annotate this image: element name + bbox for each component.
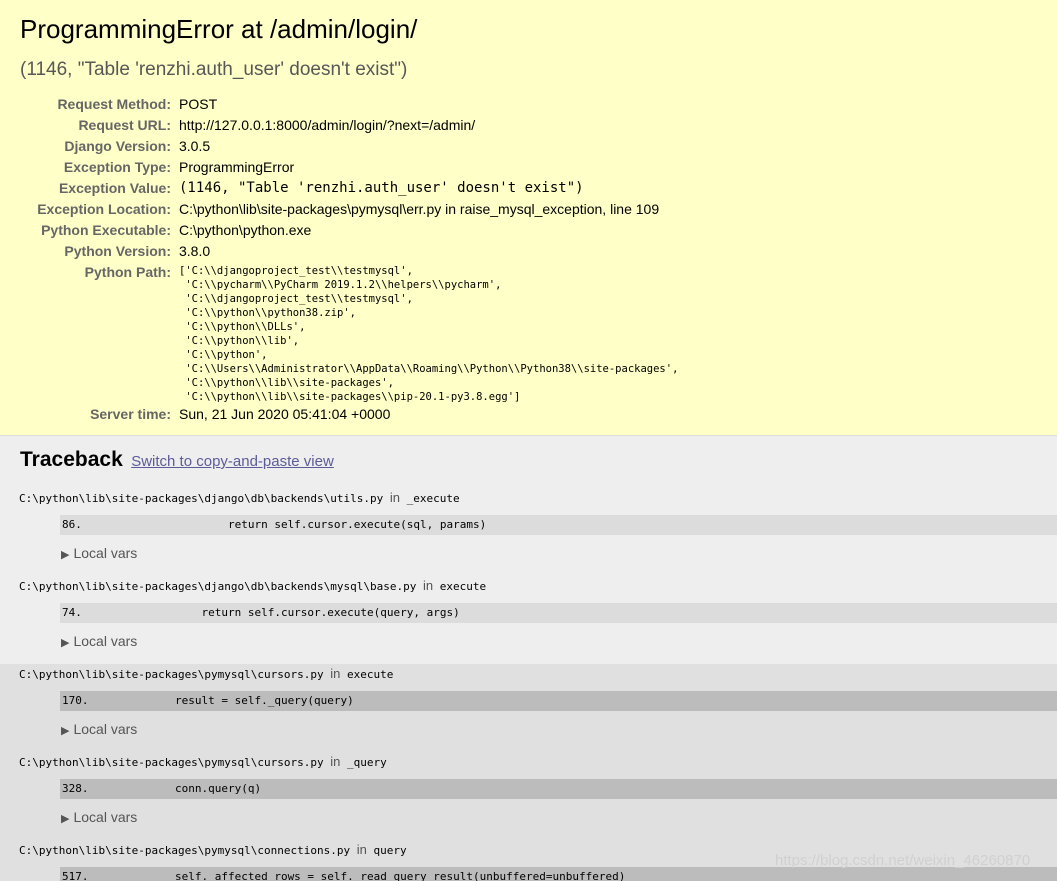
frame-function: execute (347, 668, 394, 681)
code-text: self._affected_rows = self._read_query_r… (122, 870, 626, 881)
meta-value: 3.0.5 (179, 138, 211, 154)
frame-function: execute (439, 580, 487, 593)
meta-row-python-path: Python Path: ['C:\\djangoproject_test\\t… (0, 262, 679, 404)
traceback-frame: C:\python\lib\site-packages\pymysql\curs… (0, 752, 1057, 840)
code-text: return self.cursor.execute(sql, params) (122, 518, 487, 531)
local-vars-toggle[interactable]: ▶ Local vars (61, 721, 137, 737)
code-text: result = self._query(query) (122, 694, 354, 707)
line-number: 170. (62, 694, 89, 707)
frame-function: _execute (406, 492, 460, 505)
line-number: 517. (62, 870, 89, 881)
meta-value: C:\python\lib\site-packages\pymysql\err.… (179, 201, 660, 217)
page-title: ProgrammingError at /admin/login/ (20, 14, 418, 44)
watermark: https://blog.csdn.net/weixin_46260870 (775, 852, 1031, 869)
meta-row-django-version: Django Version: 3.0.5 (0, 136, 678, 157)
triangle-right-icon: ▶ (61, 549, 70, 561)
meta-row-request-url: Request URL: http://127.0.0.1:8000/admin… (0, 115, 678, 136)
meta-label: Server time: (90, 406, 171, 422)
code-text: conn.query(q) (122, 782, 262, 795)
meta-value: C:\python\python.exe (179, 222, 312, 238)
meta-value: (1146, "Table 'renzhi.auth_user' doesn't… (179, 180, 584, 196)
triangle-right-icon: ▶ (61, 813, 70, 825)
meta-row-python-executable: Python Executable: C:\python\python.exe (0, 220, 678, 241)
meta-row-request-method: Request Method: POST (0, 94, 678, 115)
meta-value: 3.8.0 (179, 243, 211, 259)
frame-filename: C:\python\lib\site-packages\django\db\ba… (19, 578, 487, 593)
frame-filename: C:\python\lib\site-packages\pymysql\curs… (19, 754, 387, 769)
traceback-frame: C:\python\lib\site-packages\pymysql\curs… (0, 664, 1057, 752)
traceback-title: Traceback (20, 448, 123, 471)
traceback-frame: C:\python\lib\site-packages\django\db\ba… (0, 576, 1057, 664)
frame-function: _query (347, 756, 387, 769)
meta-label: Request Method: (57, 96, 171, 112)
local-vars-toggle[interactable]: ▶ Local vars (61, 633, 137, 649)
line-number: 74. (62, 606, 82, 619)
triangle-right-icon: ▶ (61, 725, 70, 737)
frame-filename: C:\python\lib\site-packages\pymysql\curs… (19, 666, 394, 681)
meta-label: Request URL: (78, 117, 171, 133)
context-line[interactable]: 517. self._affected_rows = self._read_qu… (60, 867, 1057, 881)
meta-label: Exception Value: (58, 180, 171, 196)
context-line[interactable]: 328. conn.query(q) (60, 779, 1057, 799)
request-meta-table: Request Method: POST Request URL: http:/… (0, 94, 678, 425)
meta-row-exception-type: Exception Type: ProgrammingError (0, 157, 678, 178)
meta-label: Exception Location: (37, 201, 171, 217)
triangle-right-icon: ▶ (61, 637, 70, 649)
switch-view-link[interactable]: Switch to copy-and-paste view (131, 453, 334, 470)
meta-row-python-version: Python Version: 3.8.0 (0, 241, 678, 262)
exception-subtitle: (1146, "Table 'renzhi.auth_user' doesn't… (20, 59, 408, 80)
context-line[interactable]: 170. result = self._query(query) (60, 691, 1057, 711)
meta-row-exception-location: Exception Location: C:\python\lib\site-p… (0, 199, 678, 220)
meta-label: Django Version: (64, 138, 171, 154)
meta-row-exception-value: Exception Value: (1146, "Table 'renzhi.a… (0, 178, 678, 199)
meta-value: Sun, 21 Jun 2020 05:41:04 +0000 (179, 406, 391, 422)
traceback-frame: C:\python\lib\site-packages\django\db\ba… (0, 488, 1057, 576)
meta-label: Exception Type: (63, 159, 171, 175)
meta-label: Python Path: (84, 264, 171, 280)
frame-filename: C:\python\lib\site-packages\pymysql\conn… (19, 842, 407, 857)
frame-function: query (373, 844, 407, 857)
meta-label: Python Executable: (41, 222, 171, 238)
code-text: return self.cursor.execute(query, args) (122, 606, 460, 619)
traceback-header: Traceback Switch to copy-and-paste view (20, 448, 334, 472)
meta-value: http://127.0.0.1:8000/admin/login/?next=… (179, 117, 476, 133)
meta-label: Python Version: (64, 243, 171, 259)
meta-row-server-time: Server time: Sun, 21 Jun 2020 05:41:04 +… (0, 404, 678, 425)
python-path-list: ['C:\\djangoproject_test\\testmysql', 'C… (179, 265, 679, 403)
meta-value: POST (179, 96, 218, 112)
frame-filename: C:\python\lib\site-packages\django\db\ba… (19, 490, 460, 505)
context-line[interactable]: 74. return self.cursor.execute(query, ar… (60, 603, 1057, 623)
meta-value: ProgrammingError (179, 159, 295, 175)
error-summary: ProgrammingError at /admin/login/ (1146,… (0, 0, 1057, 436)
local-vars-toggle[interactable]: ▶ Local vars (61, 809, 137, 825)
local-vars-toggle[interactable]: ▶ Local vars (61, 545, 137, 561)
context-line[interactable]: 86. return self.cursor.execute(sql, para… (60, 515, 1057, 535)
line-number: 328. (62, 782, 89, 795)
line-number: 86. (62, 518, 82, 531)
